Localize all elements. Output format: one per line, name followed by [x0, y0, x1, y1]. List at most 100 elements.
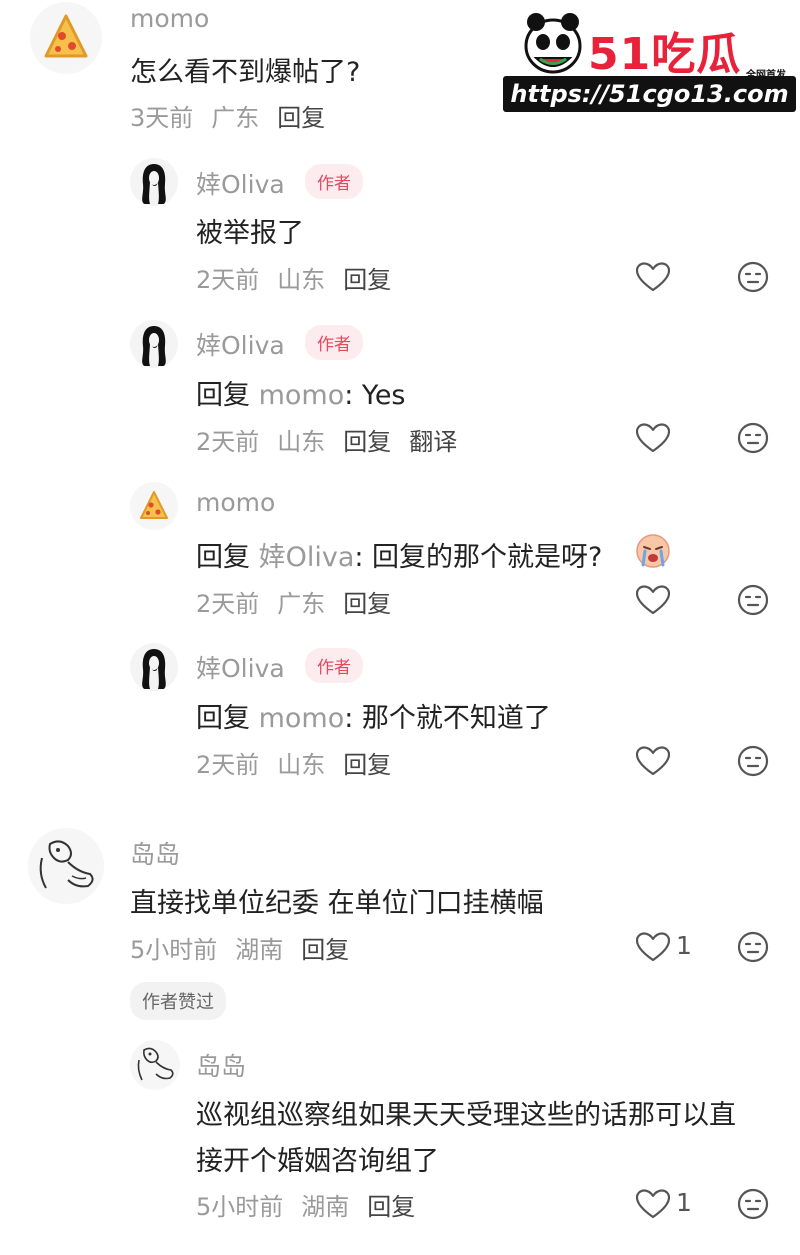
avatar[interactable]: [30, 2, 102, 74]
avatar[interactable]: [28, 828, 104, 904]
watermark-logo-text: 51吃瓜: [588, 29, 742, 80]
username[interactable]: 岛岛: [130, 835, 180, 871]
heart-icon: [636, 1189, 670, 1219]
girl-avatar-icon: [130, 643, 178, 691]
comment-meta: 2天前 山东 回复: [196, 745, 409, 780]
girl-avatar-icon: [130, 320, 178, 368]
reply-button[interactable]: 回复: [343, 266, 391, 294]
reply-body: : 那个就不知道了: [344, 703, 551, 734]
author-badge: 作者: [305, 648, 363, 683]
neutral-face-icon: [737, 584, 769, 616]
heart-icon: [636, 746, 670, 776]
dislike-button[interactable]: [737, 584, 769, 616]
comment-text: 回复 momo: 那个就不知道了: [196, 696, 551, 735]
comment-time: 2天前: [196, 428, 260, 456]
comment-text-line: 巡视组巡察组如果天天受理这些的话那可以直: [196, 1100, 736, 1131]
comment-meta: 2天前 山东 回复 翻译: [196, 422, 475, 457]
comment-location: 山东: [277, 266, 326, 294]
author-liked-tag: 作者赞过: [130, 982, 226, 1020]
username[interactable]: 岛岛: [196, 1047, 246, 1083]
like-button[interactable]: [636, 585, 670, 615]
heart-icon: [636, 423, 670, 453]
username[interactable]: momo: [130, 4, 209, 33]
sketch-avatar-icon: [28, 828, 104, 904]
translate-button[interactable]: 翻译: [409, 428, 457, 456]
comment-location: 广东: [277, 590, 326, 618]
watermark-url: https://51cgo13.com: [503, 76, 796, 112]
panda-mascot-icon: [524, 13, 582, 74]
like-count: 1: [676, 1188, 692, 1217]
heart-icon: [636, 932, 670, 962]
comment-meta: 5小时前 湖南 回复: [196, 1187, 433, 1222]
dislike-button[interactable]: [737, 1188, 769, 1220]
avatar[interactable]: [130, 320, 178, 368]
comment-time: 2天前: [196, 751, 260, 779]
mention-link[interactable]: momo: [259, 380, 345, 411]
reply-button[interactable]: 回复: [343, 751, 391, 779]
reply-button[interactable]: 回复: [301, 936, 349, 964]
mention-link[interactable]: 婞Oliva: [259, 542, 355, 573]
like-button[interactable]: [636, 1189, 670, 1219]
reply-prefix: 回复: [196, 703, 250, 734]
comment-text: 直接找单位纪委 在单位门口挂横幅: [130, 888, 544, 919]
comment-time: 2天前: [196, 266, 260, 294]
neutral-face-icon: [737, 931, 769, 963]
reply-button[interactable]: 回复: [343, 428, 391, 456]
neutral-face-icon: [737, 745, 769, 777]
avatar[interactable]: [130, 482, 178, 530]
neutral-face-icon: [737, 1188, 769, 1220]
dislike-button[interactable]: [737, 422, 769, 454]
pizza-avatar-icon: [130, 482, 178, 530]
sketch-avatar-icon: [130, 1040, 180, 1090]
comment-text: 被举报了: [196, 218, 304, 249]
comment-location: 湖南: [235, 936, 284, 964]
heart-icon: [636, 262, 670, 292]
like-count: 1: [676, 931, 692, 960]
comment-text: 回复 momo: Yes: [196, 373, 406, 412]
comment-meta: 2天前 山东 回复: [196, 260, 409, 295]
comment-time: 5小时前: [196, 1193, 284, 1221]
comment-text: 回复 婞Oliva: 回复的那个就是呀?: [196, 535, 602, 574]
dislike-button[interactable]: [737, 931, 769, 963]
neutral-face-icon: [737, 261, 769, 293]
dislike-button[interactable]: [737, 745, 769, 777]
comment-location: 湖南: [301, 1193, 350, 1221]
like-button[interactable]: [636, 932, 670, 962]
reply-button[interactable]: 回复: [277, 104, 325, 132]
like-button[interactable]: [636, 423, 670, 453]
comment-meta: 5小时前 湖南 回复: [130, 930, 367, 965]
username[interactable]: 婞Oliva: [196, 649, 285, 685]
girl-avatar-icon: [130, 158, 178, 206]
mention-link[interactable]: momo: [259, 703, 345, 734]
reply-body: : 回复的那个就是呀?: [354, 542, 603, 573]
comment-meta: 2天前 广东 回复: [196, 584, 409, 619]
like-button[interactable]: [636, 262, 670, 292]
reply-button[interactable]: 回复: [343, 590, 391, 618]
avatar[interactable]: [130, 643, 178, 691]
comment-location: 山东: [277, 428, 326, 456]
comment-location: 山东: [277, 751, 326, 779]
comment-time: 3天前: [130, 104, 194, 132]
reply-prefix: 回复: [196, 380, 250, 411]
reply-prefix: 回复: [196, 542, 250, 573]
avatar[interactable]: [130, 1040, 180, 1090]
comment-meta: 3天前 广东 回复: [130, 98, 343, 133]
pizza-avatar-icon: [30, 2, 102, 74]
crying-face-emoji-icon: [634, 531, 672, 569]
avatar[interactable]: [130, 158, 178, 206]
neutral-face-icon: [737, 422, 769, 454]
reply-button[interactable]: 回复: [367, 1193, 415, 1221]
reply-body: : Yes: [344, 380, 406, 411]
comment-text-line: 接开个婚姻咨询组了: [196, 1146, 439, 1177]
username[interactable]: 婞Oliva: [196, 165, 285, 201]
comment-text: 怎么看不到爆帖了?: [130, 57, 361, 88]
comment-time: 2天前: [196, 590, 260, 618]
comment-location: 广东: [211, 104, 260, 132]
author-badge: 作者: [305, 325, 363, 360]
heart-icon: [636, 585, 670, 615]
username[interactable]: momo: [196, 488, 275, 517]
like-button[interactable]: [636, 746, 670, 776]
comment-time: 5小时前: [130, 936, 218, 964]
username[interactable]: 婞Oliva: [196, 326, 285, 362]
dislike-button[interactable]: [737, 261, 769, 293]
